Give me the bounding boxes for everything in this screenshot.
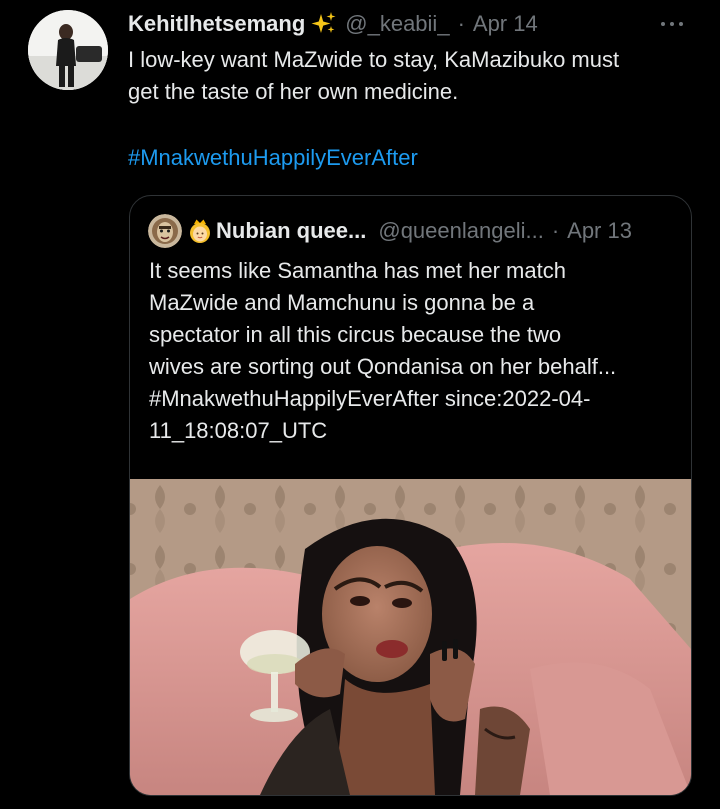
quoted-tweet-photo[interactable] bbox=[130, 479, 691, 795]
quoted-tweet-text: It seems like Samantha has met her match… bbox=[149, 258, 617, 443]
hashtag-link[interactable]: #MnakwethuHappilyEverAfter bbox=[128, 142, 418, 174]
tweet-text: I low-key want MaZwide to stay, KaMazibu… bbox=[128, 44, 698, 108]
princess-emoji-icon bbox=[188, 218, 212, 244]
quoted-tweet-header: Nubian quee... @queenlangeli... · Apr 13 bbox=[148, 214, 632, 248]
quoted-display-name[interactable]: Nubian quee... bbox=[216, 218, 366, 244]
quoted-timestamp[interactable]: Apr 13 bbox=[567, 218, 632, 244]
more-horizontal-icon[interactable] bbox=[652, 12, 692, 36]
tweet[interactable]: Kehitlhetsemang @_keabii_ · Apr 14 I low… bbox=[0, 0, 720, 809]
tweet-text-line: I low-key want MaZwide to stay, KaMazibu… bbox=[128, 47, 620, 72]
quoted-avatar[interactable] bbox=[148, 214, 182, 248]
sparkles-icon bbox=[311, 11, 337, 37]
separator-dot: · bbox=[551, 218, 560, 243]
tweet-text-line: get the taste of her own medicine. bbox=[128, 79, 459, 104]
handle[interactable]: @_keabii_ bbox=[345, 11, 449, 37]
separator-dot: · bbox=[457, 11, 465, 36]
display-name[interactable]: Kehitlhetsemang bbox=[128, 11, 305, 37]
quoted-handle[interactable]: @queenlangeli... bbox=[378, 218, 543, 244]
avatar[interactable] bbox=[28, 10, 108, 90]
tweet-header: Kehitlhetsemang @_keabii_ · Apr 14 bbox=[128, 8, 538, 40]
quoted-tweet[interactable]: Nubian quee... @queenlangeli... · Apr 13… bbox=[129, 195, 692, 796]
timestamp[interactable]: Apr 14 bbox=[473, 11, 538, 37]
